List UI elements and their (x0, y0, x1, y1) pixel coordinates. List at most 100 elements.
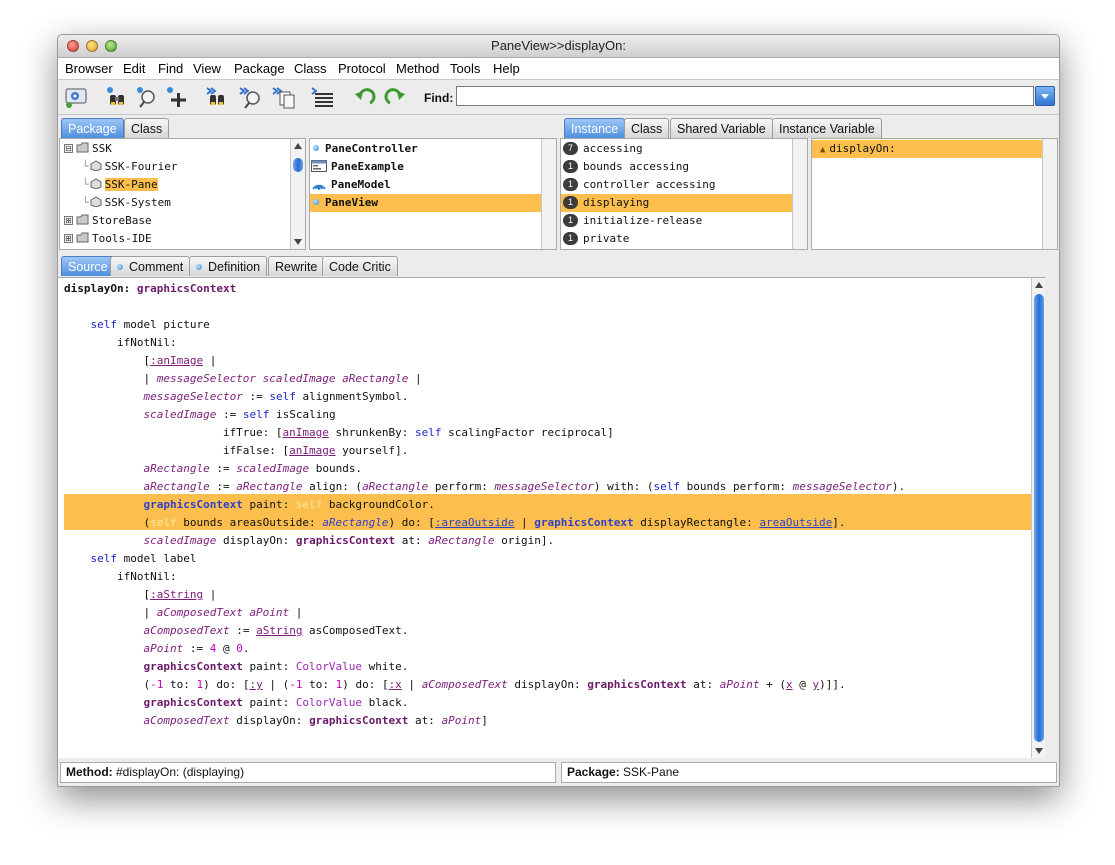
scroll-up-icon[interactable] (294, 143, 302, 149)
package-icon (90, 160, 102, 171)
next-search-icon[interactable] (238, 85, 264, 109)
count-badge: 1 (563, 232, 578, 245)
tab-class[interactable]: Class (124, 118, 170, 138)
menu-view[interactable]: View (193, 58, 221, 79)
status-bar: Method: #displayOn: (displaying) Package… (58, 758, 1059, 786)
code-line: ifNotNil: (64, 336, 177, 349)
definition-dot-icon (196, 264, 202, 270)
method-scrollbar[interactable] (1042, 139, 1057, 249)
code-line: [:aString | (64, 588, 217, 601)
toolbar: Find: (58, 80, 1059, 115)
package-row[interactable]: ⊞ Tools-IDE (60, 230, 152, 248)
class-scrollbar[interactable] (541, 139, 556, 249)
tab-package[interactable]: Package (61, 118, 124, 138)
package-tree[interactable]: ⊟ SSK └ SSK-Fourier └ SSK-Pane └ SSK-System … (59, 138, 306, 250)
tab-code-critic[interactable]: Code Critic (322, 256, 398, 276)
tab-class-side[interactable]: Class (624, 118, 670, 138)
code-line: aRectangle := aRectangle align: (aRectan… (143, 480, 906, 493)
redo-icon[interactable] (384, 85, 410, 109)
tab-instance[interactable]: Instance (564, 118, 626, 138)
editor-scrollbar[interactable] (1031, 278, 1045, 758)
menu-edit[interactable]: Edit (123, 58, 145, 79)
protocol-row[interactable]: 1 bounds accessing (561, 158, 689, 176)
package-icon (76, 142, 89, 153)
tab-shared-variable[interactable]: Shared Variable (670, 118, 773, 138)
class-list[interactable]: PaneController PaneExample PaneModel Pan… (309, 138, 557, 250)
method-row-selected[interactable]: ▲ displayOn: (812, 140, 1044, 158)
menu-find[interactable]: Find (158, 58, 183, 79)
protocol-row[interactable]: 1 private (561, 230, 629, 248)
tab-comment[interactable]: Comment (110, 256, 191, 276)
menu-class[interactable]: Class (294, 58, 327, 79)
package-label: StoreBase (92, 214, 152, 227)
method-status-label: Method: (66, 765, 113, 779)
package-row[interactable]: ⊟ SSK (60, 140, 112, 158)
code-line: scaledImage := self isScaling (143, 408, 336, 421)
class-dot-icon (313, 145, 319, 151)
class-row[interactable]: PaneModel (311, 176, 391, 194)
protocol-list[interactable]: 7 accessing 1 bounds accessing 1 controller… (560, 138, 808, 250)
code-line: aComposedText displayOn: graphicsContext… (143, 714, 488, 727)
find-references-icon[interactable] (105, 85, 131, 109)
package-status: Package: SSK-Pane (561, 762, 1057, 783)
package-row[interactable]: ⊞ StoreBase (60, 212, 152, 230)
undo-icon[interactable] (352, 85, 378, 109)
package-row-selected[interactable]: └ SSK-Pane (82, 176, 158, 194)
protocol-row-selected[interactable]: 1 displaying (561, 194, 793, 212)
protocol-row[interactable]: 1 initialize-release (561, 212, 702, 230)
tab-source[interactable]: Source (61, 256, 115, 276)
class-row-selected[interactable]: PaneView (310, 194, 541, 212)
code-line: aRectangle := scaledImage bounds. (143, 462, 363, 475)
class-row[interactable]: PaneController (313, 140, 418, 158)
menu-method[interactable]: Method (396, 58, 439, 79)
tab-instance-variable[interactable]: Instance Variable (772, 118, 882, 138)
code-line: | messageSelector scaledImage aRectangle… (64, 372, 422, 385)
protocol-scrollbar[interactable] (792, 139, 807, 249)
expand-icon[interactable]: ⊞ (64, 234, 73, 243)
model-class-icon (312, 184, 326, 190)
method-list[interactable]: ▲ displayOn: (811, 138, 1058, 250)
menu-browser[interactable]: Browser (65, 58, 113, 79)
package-label: SSK (92, 142, 112, 155)
protocol-row[interactable]: 7 accessing (561, 140, 643, 158)
scroll-down-icon[interactable] (1035, 748, 1043, 754)
search-icon[interactable] (135, 85, 161, 109)
tab-definition[interactable]: Definition (189, 256, 268, 276)
code-line: ifFalse: [anImage yourself]. (64, 444, 409, 457)
class-label: PaneExample (331, 160, 404, 173)
class-dot-icon (313, 199, 319, 205)
next-references-icon[interactable] (205, 85, 231, 109)
class-row[interactable]: PaneExample (311, 158, 404, 176)
package-label: Tools-IDE (92, 232, 152, 245)
method-status: Method: #displayOn: (displaying) (60, 762, 556, 783)
tree-line: └ (82, 160, 89, 173)
add-icon[interactable] (165, 85, 191, 109)
package-scrollbar[interactable] (290, 139, 305, 249)
protocol-row[interactable]: 1 controller accessing (561, 176, 715, 194)
protocol-label: controller accessing (583, 178, 716, 191)
scroll-up-icon[interactable] (1035, 282, 1043, 288)
copy-icon[interactable] (271, 85, 297, 109)
expand-icon[interactable]: ⊞ (64, 216, 73, 225)
browser-icon[interactable] (64, 85, 90, 109)
menu-protocol[interactable]: Protocol (338, 58, 386, 79)
scroll-thumb[interactable] (293, 158, 303, 172)
source-editor[interactable]: displayOn: graphicsContext self model pi… (58, 277, 1045, 758)
package-icon (76, 232, 89, 243)
code-line: | aComposedText aPoint | (64, 606, 303, 619)
count-badge: 1 (563, 178, 578, 191)
package-row[interactable]: └ SSK-System (82, 194, 171, 212)
menu-package[interactable]: Package (234, 58, 285, 79)
package-row[interactable]: └ SSK-Fourier (82, 158, 177, 176)
find-dropdown-button[interactable] (1035, 86, 1055, 106)
tab-rewrite[interactable]: Rewrite (268, 256, 325, 276)
collapse-icon[interactable]: ⊟ (64, 144, 73, 153)
menu-help[interactable]: Help (493, 58, 520, 79)
format-icon[interactable] (310, 85, 336, 109)
code-line: ifTrue: [anImage shrunkenBy: self scalin… (64, 426, 614, 439)
find-input[interactable] (456, 86, 1034, 106)
window-title: PaneView>>displayOn: (491, 38, 626, 53)
scroll-down-icon[interactable] (294, 239, 302, 245)
scroll-thumb[interactable] (1034, 294, 1044, 742)
menu-tools[interactable]: Tools (450, 58, 480, 79)
